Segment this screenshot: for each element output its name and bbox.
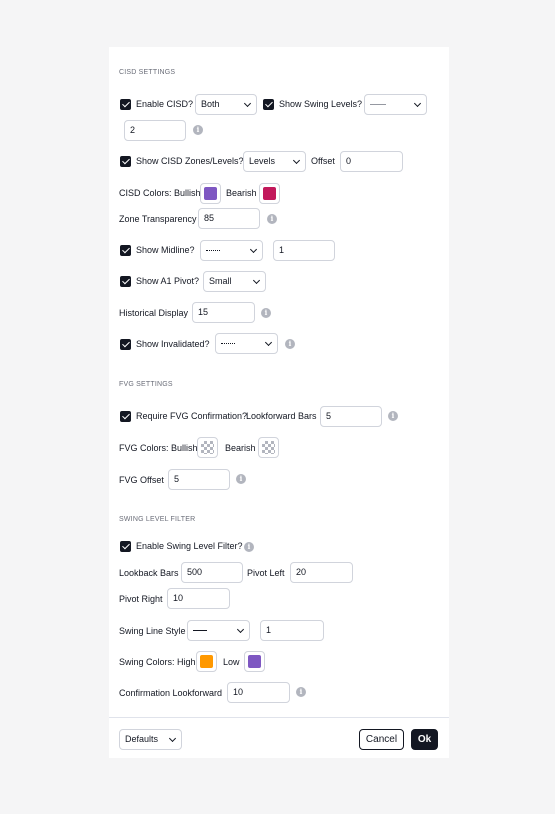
zone-transparency-input[interactable]: 85 xyxy=(198,208,260,229)
chevron-down-icon xyxy=(252,276,261,285)
historical-display-input[interactable]: 15 xyxy=(192,302,255,323)
fvg-offset-label: FVG Offset xyxy=(119,475,164,485)
cisd-zones-select-value: Levels xyxy=(249,156,276,166)
show-cisd-zones-label: Show CISD Zones/Levels? xyxy=(136,156,244,166)
chevron-down-icon xyxy=(236,625,245,634)
swing-section-title: SWING LEVEL FILTER xyxy=(119,516,196,523)
show-midline-label: Show Midline? xyxy=(136,245,195,255)
midline-style-select[interactable] xyxy=(200,240,263,261)
show-a1-pivot-checkbox[interactable] xyxy=(120,276,131,287)
show-cisd-zones-checkbox[interactable] xyxy=(120,156,131,167)
offset-input[interactable]: 0 xyxy=(340,151,403,172)
a1-pivot-size-select[interactable]: Small xyxy=(203,271,266,292)
require-fvg-confirmation-label: Require FVG Confirmation? xyxy=(136,411,248,421)
enable-cisd-select-value: Both xyxy=(201,99,220,109)
defaults-dropdown[interactable]: Defaults xyxy=(119,729,182,750)
swing-high-color-fill xyxy=(200,655,213,668)
swing-high-color-swatch[interactable] xyxy=(196,651,217,672)
transparent-color-icon xyxy=(201,441,214,454)
footer-divider xyxy=(109,717,449,718)
info-icon[interactable]: i xyxy=(236,474,246,484)
cisd-zones-select[interactable]: Levels xyxy=(243,151,306,172)
lookforward-bars-label: Lookforward Bars xyxy=(246,411,317,421)
chevron-down-icon xyxy=(243,99,252,108)
info-icon[interactable]: i xyxy=(296,687,306,697)
info-icon[interactable]: i xyxy=(267,214,277,224)
a1-pivot-size-value: Small xyxy=(209,276,232,286)
cisd-bullish-color-swatch[interactable] xyxy=(200,183,221,204)
confirmation-lookforward-label: Confirmation Lookforward xyxy=(119,688,223,698)
show-invalidated-checkbox[interactable] xyxy=(120,339,131,350)
swing-low-label: Low xyxy=(223,657,240,667)
info-icon[interactable]: i xyxy=(388,411,398,421)
enable-cisd-label: Enable CISD? xyxy=(136,99,194,109)
enable-swing-filter-checkbox[interactable] xyxy=(120,541,131,552)
offset-label: Offset xyxy=(311,156,335,166)
pivot-left-label: Pivot Left xyxy=(247,568,285,578)
cisd-bearish-color-fill xyxy=(263,187,276,200)
info-icon[interactable]: i xyxy=(244,542,254,552)
show-a1-pivot-label: Show A1 Pivot? xyxy=(136,276,200,286)
confirmation-lookforward-input[interactable]: 10 xyxy=(227,682,290,703)
cisd-bullish-color-fill xyxy=(204,187,217,200)
info-icon[interactable]: i xyxy=(285,339,295,349)
chevron-down-icon xyxy=(168,734,177,743)
lookback-bars-label: Lookback Bars xyxy=(119,568,179,578)
pivot-left-input[interactable]: 20 xyxy=(290,562,353,583)
solid-line-icon xyxy=(370,104,386,106)
fvg-bullish-color-swatch[interactable] xyxy=(197,437,218,458)
dotted-line-icon xyxy=(221,343,235,345)
chevron-down-icon xyxy=(264,338,273,347)
info-icon[interactable]: i xyxy=(261,308,271,318)
require-fvg-confirmation-checkbox[interactable] xyxy=(120,411,131,422)
swing-line-style-select[interactable] xyxy=(187,620,250,641)
fvg-offset-input[interactable]: 5 xyxy=(168,469,230,490)
transparent-color-icon xyxy=(262,441,275,454)
pivot-right-label: Pivot Right xyxy=(119,594,163,604)
invalidated-style-select[interactable] xyxy=(215,333,278,354)
show-swing-levels-checkbox[interactable] xyxy=(263,99,274,110)
cisd-colors-label: CISD Colors: Bullish xyxy=(119,188,201,198)
show-midline-checkbox[interactable] xyxy=(120,245,131,256)
show-swing-levels-label: Show Swing Levels? xyxy=(279,99,363,109)
swing-line-width-input[interactable]: 1 xyxy=(260,620,324,641)
enable-cisd-select[interactable]: Both xyxy=(195,94,257,115)
fvg-bearish-color-swatch[interactable] xyxy=(258,437,279,458)
cisd-bearish-color-swatch[interactable] xyxy=(259,183,280,204)
cancel-button[interactable]: Cancel xyxy=(359,729,404,750)
lookforward-bars-input[interactable]: 5 xyxy=(320,406,382,427)
solid-line-icon xyxy=(193,630,207,632)
swing-line-style-label: Swing Line Style xyxy=(119,626,186,636)
chevron-down-icon xyxy=(249,245,258,254)
show-invalidated-label: Show Invalidated? xyxy=(136,339,210,349)
ok-button[interactable]: Ok xyxy=(411,729,438,750)
enable-cisd-checkbox[interactable] xyxy=(120,99,131,110)
swing-colors-label: Swing Colors: High xyxy=(119,657,196,667)
swing-levels-style-select[interactable] xyxy=(364,94,427,115)
swing-low-color-swatch[interactable] xyxy=(244,651,265,672)
settings-dialog: CISD SETTINGS Enable CISD? Both Show Swi… xyxy=(109,47,449,758)
info-icon[interactable]: i xyxy=(193,125,203,135)
defaults-label: Defaults xyxy=(125,734,159,744)
cisd-bearish-label: Bearish xyxy=(226,188,257,198)
fvg-colors-label: FVG Colors: Bullish xyxy=(119,443,198,453)
dotted-line-icon xyxy=(206,250,220,252)
swing-low-color-fill xyxy=(248,655,261,668)
chevron-down-icon xyxy=(292,156,301,165)
midline-width-input[interactable]: 1 xyxy=(273,240,335,261)
lookback-bars-input[interactable]: 500 xyxy=(181,562,243,583)
zone-transparency-label: Zone Transparency xyxy=(119,214,197,224)
chevron-down-icon xyxy=(413,99,422,108)
swing-levels-width-input[interactable]: 2 xyxy=(124,120,186,141)
pivot-right-input[interactable]: 10 xyxy=(167,588,230,609)
enable-swing-filter-label: Enable Swing Level Filter? xyxy=(136,541,243,551)
fvg-bearish-label: Bearish xyxy=(225,443,256,453)
cisd-section-title: CISD SETTINGS xyxy=(119,69,176,76)
fvg-section-title: FVG SETTINGS xyxy=(119,381,173,388)
historical-display-label: Historical Display xyxy=(119,308,189,318)
